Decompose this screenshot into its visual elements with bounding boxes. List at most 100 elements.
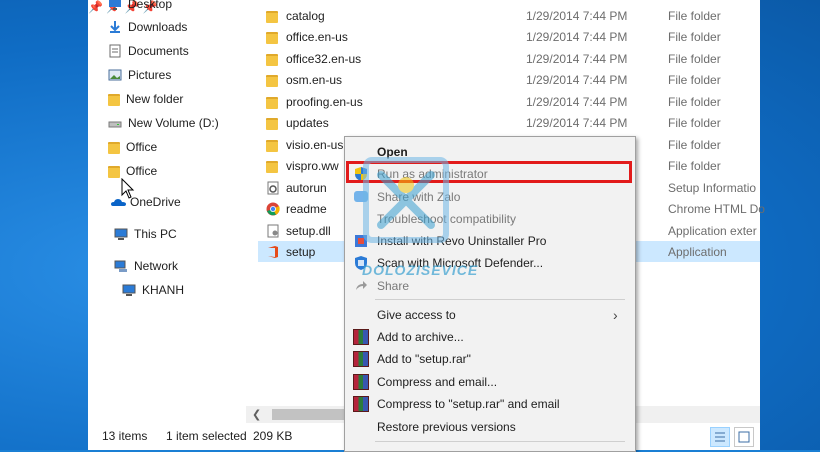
selected-count: 1 item selected [166,429,247,443]
menu-item-label: Add to archive... [377,330,464,344]
menu-item-compress-to-setup-rar-and-email[interactable]: Compress to "setup.rar" and email [345,393,635,415]
menu-item-share[interactable]: Share [345,275,635,297]
nav-item-new-volume[interactable]: New Volume (D:) [108,113,219,133]
folder-icon [108,166,120,178]
menu-item-label: Share [377,279,410,293]
file-date: 1/29/2014 7:44 PM [526,72,628,87]
drive-icon [108,116,122,130]
file-type: File folder [668,72,721,87]
nav-item-khanh[interactable]: KHANH [122,280,184,300]
file-name: setup.dll [286,223,331,238]
nav-item-label: This PC [134,227,177,241]
menu-item-label: Open [377,145,408,159]
menu-item-give-access-to[interactable]: Give access to › [345,304,635,326]
computer-icon [122,283,136,297]
file-row[interactable]: osm.en-us 1/29/2014 7:44 PM File folder [258,69,760,90]
winrar-icon [353,374,369,390]
file-name: updates [286,115,329,130]
nav-item-label: New folder [126,92,184,106]
nav-item-label: Office [126,164,158,178]
menu-item-troubleshoot-compatibility[interactable]: Troubleshoot compatibility [345,208,635,230]
chevron-left-icon[interactable]: ❮ [252,408,261,421]
file-type: Application exter [668,223,757,238]
nav-item-label: Network [134,259,179,273]
nav-item-downloads[interactable]: Downloads [108,17,187,37]
file-type: Chrome HTML Do [668,201,765,216]
file-date: 1/29/2014 7:44 PM [526,51,628,66]
folder-icon [266,160,278,173]
file-type: File folder [668,137,721,152]
nav-item-label: Desktop [128,0,173,11]
nav-item-label: New Volume (D:) [128,116,219,130]
menu-item-label: Share with Zalo [377,190,461,204]
nav-item-pictures[interactable]: Pictures [108,65,171,85]
file-row[interactable]: proofing.en-us 1/29/2014 7:44 PM File fo… [258,91,760,112]
file-date: 1/29/2014 7:44 PM [526,29,628,44]
menu-item-share-with-zalo[interactable]: Share with Zalo [345,186,635,208]
zalo-icon [353,189,369,205]
nav-item-new-folder[interactable]: New folder [108,89,183,109]
file-name: readme [286,201,327,216]
menu-item-install-with-revo[interactable]: Install with Revo Uninstaller Pro [345,230,635,252]
menu-item-label: Troubleshoot compatibility [377,212,516,226]
nav-item-label: OneDrive [130,195,181,209]
file-row[interactable]: catalog 1/29/2014 7:44 PM File folder [258,5,760,26]
file-type: File folder [668,94,721,109]
selected-size: 209 KB [253,429,293,443]
file-row[interactable]: updates 1/29/2014 7:44 PM File folder [258,112,760,133]
navigation-pane: Desktop 📌 Downloads 📌 Documents 📌 Pictur… [88,0,246,420]
file-name: setup [286,244,316,259]
menu-item-label: Install with Revo Uninstaller Pro [377,234,547,248]
details-view-icon [715,432,725,442]
nav-item-this-pc[interactable]: This PC [114,224,177,244]
chevron-right-icon: › [613,307,618,323]
nav-item-network[interactable]: Network [114,256,178,276]
file-type: File folder [668,51,721,66]
menu-separator [375,441,625,442]
file-date: 1/29/2014 7:44 PM [526,115,628,130]
folder-icon [108,142,120,154]
item-count: 13 items [102,429,148,443]
file-row[interactable]: office32.en-us 1/29/2014 7:44 PM File fo… [258,48,760,69]
folder-icon [266,96,278,109]
mouse-cursor-icon [121,178,135,199]
file-type: File folder [668,29,721,44]
menu-item-restore-previous-versions[interactable]: Restore previous versions [345,416,635,438]
menu-item-compress-and-email[interactable]: Compress and email... [345,371,635,393]
menu-item-add-to-archive[interactable]: Add to archive... [345,326,635,348]
menu-item-add-to-setup-rar[interactable]: Add to "setup.rar" [345,348,635,370]
annotation-highlight-box [346,161,632,183]
file-name: catalog [286,8,325,23]
winrar-icon [353,396,369,412]
menu-item-label: Compress to "setup.rar" and email [377,397,560,411]
dll-icon [266,224,280,238]
nav-item-label: Pictures [128,68,172,82]
watermark-text: DOLOZISEVICE [362,262,479,278]
scrollbar-thumb[interactable] [272,409,352,420]
file-row[interactable]: office.en-us 1/29/2014 7:44 PM File fold… [258,26,760,47]
office-icon [266,245,280,259]
menu-item-label: Restore previous versions [377,420,516,434]
folder-icon [266,117,278,130]
winrar-icon [353,329,369,345]
nav-item-documents[interactable]: Documents [108,41,189,61]
file-type: Application [668,244,727,259]
nav-item-office-1[interactable]: Office [108,137,157,157]
nav-item-label: KHANH [142,283,185,297]
revo-icon [353,233,369,249]
file-name: proofing.en-us [286,94,363,109]
nav-item-label: Office [126,140,158,154]
menu-item-label: Compress and email... [377,375,498,389]
nav-item-desktop[interactable]: Desktop [108,0,172,14]
chrome-icon [266,202,280,216]
file-date: 1/29/2014 7:44 PM [526,94,628,109]
folder-icon [108,94,120,106]
file-type: File folder [668,115,721,130]
winrar-icon [353,351,369,367]
folder-icon [266,53,278,66]
file-name: osm.en-us [286,72,343,87]
large-icons-view-button[interactable] [734,427,754,447]
folder-icon [266,139,278,152]
details-view-button[interactable] [710,427,730,447]
menu-item-open[interactable]: Open [345,141,635,163]
